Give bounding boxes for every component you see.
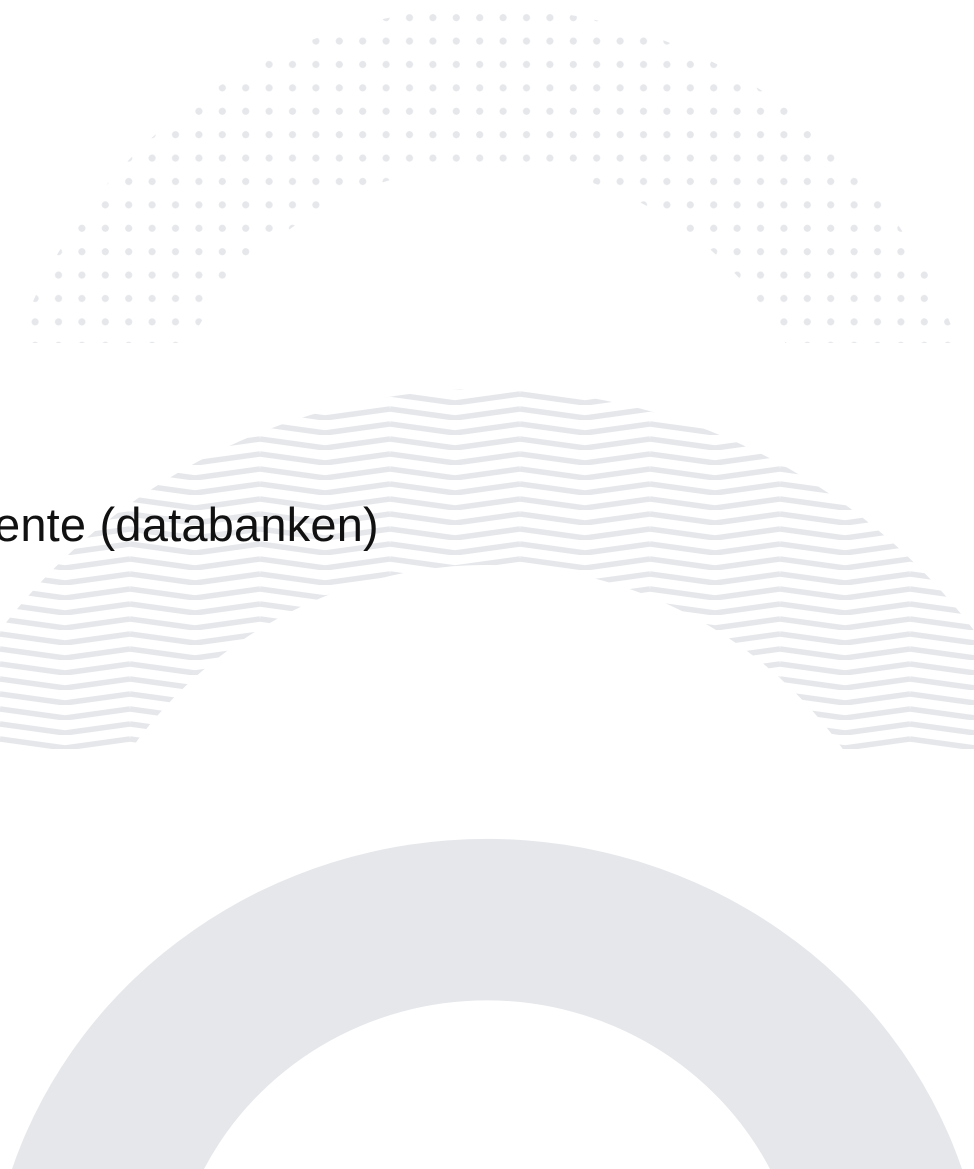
slide-title: ente (databanken)	[0, 498, 379, 551]
solid-ring-arch	[12, 838, 962, 1169]
dot-pattern-arch	[0, 0, 974, 345]
background-decoration	[0, 0, 974, 1169]
chevron-pattern-arch	[0, 380, 974, 750]
